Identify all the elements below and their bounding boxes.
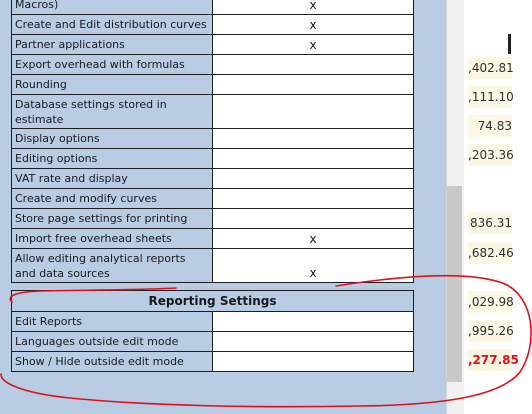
setting-label: Display options — [11, 128, 213, 149]
reporting-settings-header: Reporting Settings — [11, 290, 414, 312]
cell-border-fragment — [508, 34, 511, 54]
setting-label: Allow editing analytical reports and dat… — [11, 248, 213, 283]
setting-checkbox-cell[interactable]: x — [212, 228, 414, 249]
setting-label: Export overhead with formulas — [11, 54, 213, 75]
reporting-settings-table: Reporting Settings Edit Reports Language… — [11, 290, 414, 372]
table-row: VAT rate and display — [11, 168, 414, 189]
setting-label: Editing options — [11, 148, 213, 169]
setting-label: VAT rate and display — [11, 168, 213, 189]
setting-label: Languages outside edit mode — [11, 331, 213, 352]
table-row: Rounding — [11, 74, 414, 95]
setting-label: Rounding — [11, 74, 213, 95]
table-row: Macros) x — [11, 0, 414, 15]
value-cell[interactable]: 836.31 — [468, 212, 512, 234]
table-row: Show / Hide outside edit mode — [11, 351, 414, 372]
setting-checkbox-cell[interactable] — [212, 74, 414, 95]
setting-checkbox-cell[interactable] — [212, 188, 414, 209]
value-cell[interactable]: ,029.98 — [468, 291, 514, 313]
setting-checkbox-cell[interactable] — [212, 208, 414, 229]
table-row: Export overhead with formulas — [11, 54, 414, 75]
table-row: Database settings stored in estimate — [11, 94, 414, 129]
setting-checkbox-cell[interactable]: x — [212, 248, 414, 283]
settings-table: Macros) x Create and Edit distribution c… — [11, 0, 414, 283]
setting-checkbox-cell[interactable] — [212, 128, 414, 149]
value-cell[interactable]: 74.83 — [468, 115, 512, 137]
setting-checkbox-cell[interactable]: x — [212, 34, 414, 55]
table-row: Edit Reports — [11, 311, 414, 332]
table-row: Create and Edit distribution curves x — [11, 14, 414, 35]
table-row: Create and modify curves — [11, 188, 414, 209]
scrollbar-thumb[interactable] — [447, 186, 462, 382]
setting-checkbox-cell[interactable] — [212, 331, 414, 352]
setting-checkbox-cell[interactable] — [212, 168, 414, 189]
setting-checkbox-cell[interactable] — [212, 148, 414, 169]
table-header-row: Reporting Settings — [11, 290, 414, 312]
table-row: Editing options — [11, 148, 414, 169]
setting-checkbox-cell[interactable] — [212, 54, 414, 75]
table-row: Import free overhead sheets x — [11, 228, 414, 249]
table-row: Allow editing analytical reports and dat… — [11, 248, 414, 283]
table-row: Languages outside edit mode — [11, 331, 414, 352]
setting-checkbox-cell[interactable]: x — [212, 14, 414, 35]
value-cell[interactable]: ,682.46 — [468, 242, 514, 264]
value-cell[interactable]: ,111.10 — [468, 86, 514, 108]
setting-label: Edit Reports — [11, 311, 213, 332]
setting-label: Macros) — [11, 0, 213, 15]
table-row: Display options — [11, 128, 414, 149]
setting-checkbox-cell[interactable] — [212, 311, 414, 332]
setting-label: Create and modify curves — [11, 188, 213, 209]
setting-label: Partner applications — [11, 34, 213, 55]
setting-checkbox-cell[interactable] — [212, 351, 414, 372]
setting-label: Show / Hide outside edit mode — [11, 351, 213, 372]
value-cell[interactable]: ,203.36 — [468, 144, 514, 166]
setting-label: Database settings stored in estimate — [11, 94, 213, 129]
value-cell[interactable]: ,995.26 — [468, 320, 514, 342]
value-cell[interactable]: ,402.81 — [468, 57, 514, 79]
setting-label: Store page settings for printing — [11, 208, 213, 229]
setting-label: Create and Edit distribution curves — [11, 14, 213, 35]
setting-checkbox-cell[interactable] — [212, 94, 414, 129]
table-row: Store page settings for printing — [11, 208, 414, 229]
value-cell-negative[interactable]: ,277.85 — [468, 349, 519, 371]
table-row: Partner applications x — [11, 34, 414, 55]
setting-checkbox-cell[interactable]: x — [212, 0, 414, 15]
setting-label: Import free overhead sheets — [11, 228, 213, 249]
